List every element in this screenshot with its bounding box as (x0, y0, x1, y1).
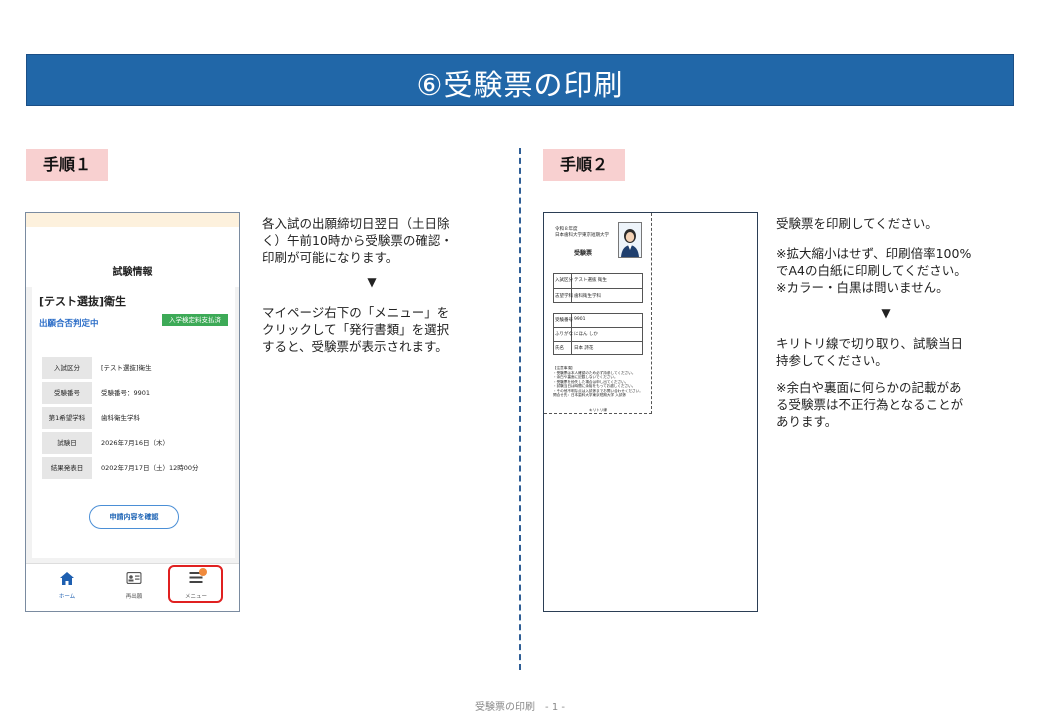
status-text: 出願合否判定中 (39, 319, 99, 329)
cut-line-label: キリトリ線 (589, 408, 607, 412)
page-footer: 受験票の印刷 - 1 - (475, 702, 565, 713)
exam-name: [テスト選抜]衛生 (39, 295, 127, 308)
section-title: 試験情報 (112, 267, 153, 278)
nav-reapply[interactable]: 再出願 (104, 564, 164, 611)
step1-instruction: マイページ右下の「メニュー」を クリックして「発行書類」を選択 すると、受験票が… (262, 305, 450, 354)
detail-row: 結果発表日 0202年7月17日（土）12時00分 (42, 457, 222, 479)
mypage-screenshot: 試験情報 [テスト選抜]衛生 出願合否判定中 入学検定料支払済 入試区分 [テス… (25, 212, 240, 612)
home-icon (60, 572, 74, 589)
ticket-notes: 【注意事項】 ・受験票は本人確認のため必ず持参してください。 ・余白や裏面に記載… (553, 366, 643, 397)
step1-description: 各入試の出願締切日翌日（土日除 く）午前10時から受験票の確認・ 印刷が可能にな… (262, 216, 453, 265)
menu-highlight-box (168, 565, 223, 603)
down-arrow-icon: ▼ (367, 275, 377, 289)
confirm-application-button[interactable]: 申請内容を確認 (89, 505, 179, 529)
header-strip (26, 213, 239, 227)
detail-row: 第1希望学科 歯科衛生学科 (42, 407, 222, 429)
step2-label: 手順２ (543, 149, 625, 181)
title-banner: ⑥受験票の印刷 (26, 54, 1014, 106)
id-card-icon (126, 571, 142, 588)
page-title: ⑥受験票の印刷 (416, 68, 624, 102)
ticket-heading: 受験票 (574, 250, 593, 257)
ticket-school: 日本歯科大学東京短期大学 (555, 233, 609, 238)
nav-home[interactable]: ホーム (37, 564, 97, 611)
step1-label: 手順１ (26, 149, 108, 181)
step2-cut-text: キリトリ線で切り取り、試験当日 持参してください。 (776, 336, 964, 368)
applicant-photo (618, 222, 642, 258)
detail-row: 受験番号 受験番号：9901 (42, 382, 222, 404)
section-divider (519, 148, 521, 670)
status-badge: 入学検定料支払済 (162, 314, 228, 326)
detail-row: 試験日 2026年7月16日（木） (42, 432, 222, 454)
exam-ticket-preview: 令和８年度 日本歯科大学東京短期大学 受験票 入試区分 テスト選抜 衛生 志望学… (543, 212, 758, 612)
down-arrow-icon: ▼ (881, 306, 891, 320)
step2-warning-note: ※余白や裏面に何らかの記載があ る受験票は不正行為となることが あります。 (776, 380, 964, 429)
step2-print-note: ※拡大縮小はせず、印刷倍率100% でA4の白紙に印刷してください。 ※カラー・… (776, 246, 972, 295)
step2-print-text: 受験票を印刷してください。 (776, 216, 938, 231)
detail-row: 入試区分 [テスト選抜]衛生 (42, 357, 222, 379)
